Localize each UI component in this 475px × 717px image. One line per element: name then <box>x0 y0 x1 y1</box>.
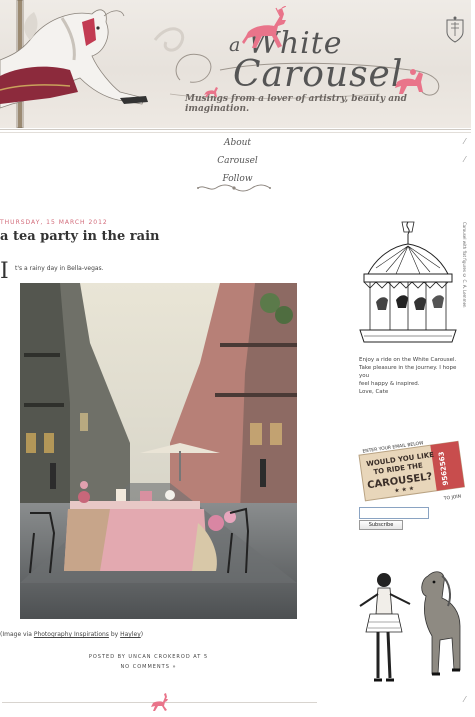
nav-link-carousel[interactable]: Carousel <box>0 152 475 170</box>
caption-suffix: ) <box>140 631 144 638</box>
sidebar-intro-signoff: Love, Cate <box>359 389 389 395</box>
nav-ornament-divider <box>197 184 271 192</box>
subscribe-button[interactable]: Subscribe <box>359 520 403 530</box>
carousel-image-credit: Carousel with flat figures © C. A. Lemme… <box>462 222 467 308</box>
post-body-text: t's a rainy day in Bella-vegas. <box>15 265 104 272</box>
post-byline[interactable]: POSTED BY UNCAN CROKEROD AT 5 <box>0 654 297 660</box>
post-date: THURSDAY, 15 MARCH 2012 <box>0 219 108 226</box>
carousel-illustration <box>359 221 457 343</box>
brand-word-a: a <box>229 34 241 56</box>
subscribe-ticket-graphic: ENTER YOUR EMAIL BELOW WOULD YOU LIKE TO… <box>358 440 466 502</box>
main-navigation: About Carousel Follow <box>0 134 475 188</box>
small-pink-horse-icon <box>204 87 218 97</box>
post-dropcap: I <box>0 259 9 284</box>
header-divider <box>0 129 471 130</box>
photo-caption: (Image via Photography Inspirations by H… <box>0 631 143 638</box>
post-title[interactable]: a tea party in the rain <box>0 229 159 244</box>
sidebar-intro-line: feel happy & inspired. <box>359 381 420 387</box>
crest-icon <box>446 16 464 43</box>
blog-header[interactable]: a White Carousel Musings from a lover of… <box>0 0 471 128</box>
comments-link[interactable]: NO COMMENTS » <box>0 664 297 670</box>
pink-deer-icon <box>242 6 286 48</box>
header-divider-thin <box>0 132 471 133</box>
circus-performer-illustration <box>359 571 461 682</box>
pink-horse-icon <box>395 69 423 94</box>
edit-icon[interactable]: ⁄ <box>464 155 465 164</box>
edit-icon[interactable]: ⁄ <box>464 695 465 704</box>
caption-link-photography-inspirations[interactable]: Photography Inspirations <box>34 631 109 638</box>
post-photo-tea-party[interactable] <box>20 283 297 619</box>
footer-pink-deer-icon <box>151 693 168 711</box>
brand-word-carousel: Carousel <box>233 54 404 95</box>
carousel-horse-image <box>0 0 148 128</box>
sidebar-intro: Enjoy a ride on the White Carousel. Take… <box>359 356 467 396</box>
ticket-bottom-text: TO JOIN <box>442 493 461 501</box>
email-subscribe-input[interactable] <box>359 507 429 519</box>
sidebar-intro-line: Take pleasure in the journey. I hope you <box>359 365 457 379</box>
blog-tagline: Musings from a lover of artistry, beauty… <box>185 94 407 114</box>
caption-link-hayley[interactable]: Hayley <box>120 631 141 638</box>
sidebar-intro-line: Enjoy a ride on the White Carousel. <box>359 357 457 363</box>
caption-mid: by <box>108 631 121 638</box>
edit-icon[interactable]: ⁄ <box>464 137 465 146</box>
nav-link-about[interactable]: About <box>0 134 475 152</box>
caption-prefix: (Image via <box>0 631 34 638</box>
